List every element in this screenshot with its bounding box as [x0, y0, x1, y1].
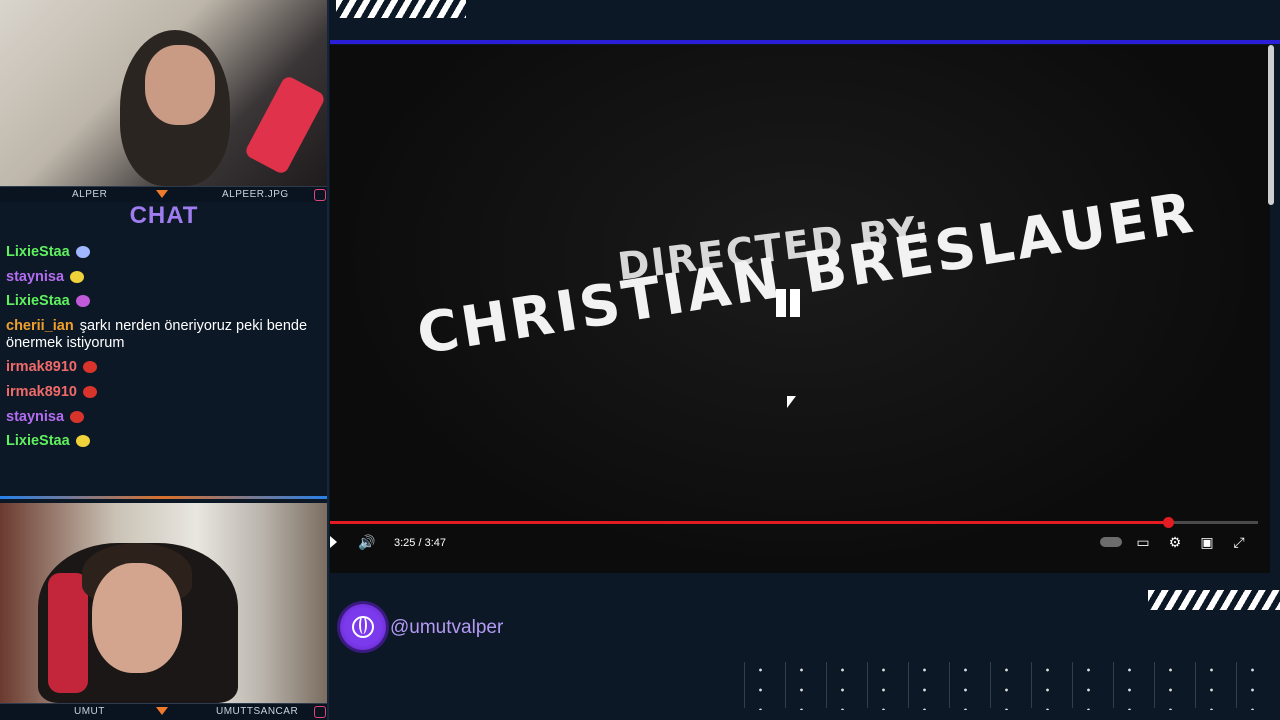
director-name: CHRISTIAN BRESLAUER: [412, 180, 1200, 368]
settings-icon[interactable]: ⚙: [1166, 534, 1184, 550]
streamer-face: [145, 45, 215, 125]
globe-icon: [352, 616, 374, 638]
time-display: 3:25 / 3:47: [394, 537, 446, 549]
play-icon[interactable]: [330, 536, 337, 548]
chat-message: irmak8910: [6, 359, 322, 376]
emote-icon: [70, 411, 85, 424]
chat-username[interactable]: LixieStaa: [6, 244, 70, 260]
stripes-decoration: [336, 0, 466, 18]
triangle-icon: [156, 707, 168, 715]
chat-username[interactable]: staynisa: [6, 409, 64, 425]
chat-username[interactable]: irmak8910: [6, 359, 77, 375]
chat-title: CHAT: [129, 202, 199, 229]
chat-username[interactable]: staynisa: [6, 269, 64, 285]
globe-badge: [340, 604, 386, 650]
emote-icon: [70, 271, 85, 284]
streamer-cam-bottom: [0, 503, 328, 703]
social-handle: @umutvalper: [390, 617, 504, 638]
video-frame: DIRECTED BY: CHRISTIAN BRESLAUER: [330, 45, 1270, 573]
progress-bar[interactable]: [330, 517, 1258, 528]
volume-icon[interactable]: 🔊: [358, 534, 375, 550]
streamer-handle-tag: ALPEER.JPG: [222, 189, 289, 200]
chat-message: LixieStaa: [6, 244, 322, 261]
divider-glow: [0, 496, 328, 499]
mouse-cursor-icon: [787, 396, 796, 408]
scrollbar[interactable]: [1268, 45, 1274, 205]
emote-icon: [75, 246, 90, 259]
streamer-name-bar-bottom: UMUT UMUTTSANCAR: [0, 703, 328, 720]
emote-icon: [75, 435, 90, 448]
chat-message: LixieStaa: [6, 433, 322, 450]
chat-message: staynisa: [6, 409, 322, 426]
streamer-name: UMUT: [74, 706, 105, 717]
streamer-cam-top: [0, 0, 328, 186]
streamer-handle-tag: UMUTTSANCAR: [216, 706, 299, 717]
video-player[interactable]: DIRECTED BY: CHRISTIAN BRESLAUER: [330, 45, 1270, 573]
streamer-name-bar-top: ALPER ALPEER.JPG: [0, 186, 328, 203]
streamer-name: ALPER: [72, 189, 108, 200]
fullscreen-icon[interactable]: ⤢: [1230, 534, 1248, 550]
chat-message: staynisa: [6, 269, 322, 286]
subtitles-icon[interactable]: ▭: [1134, 534, 1152, 550]
emote-icon: [82, 386, 97, 399]
column-divider: [327, 0, 329, 720]
chat-username[interactable]: cherii_ian: [6, 318, 74, 334]
chat-username[interactable]: irmak8910: [6, 384, 77, 400]
instagram-icon: [314, 189, 326, 201]
chat-username[interactable]: LixieStaa: [6, 293, 70, 309]
dot-grid-decoration: [740, 660, 1260, 710]
streamer-face: [92, 563, 182, 673]
emote-icon: [75, 295, 90, 308]
chat-username[interactable]: LixieStaa: [6, 433, 70, 449]
chair-accent: [48, 573, 88, 693]
progress-handle[interactable]: [1162, 517, 1174, 528]
microphone: [243, 74, 327, 176]
pause-icon[interactable]: [770, 285, 806, 321]
autoplay-toggle[interactable]: [1100, 537, 1122, 547]
chat-message: irmak8910: [6, 384, 322, 401]
chat-message: cherii_ian şarkı nerden öneriyoruz peki b…: [6, 318, 322, 352]
progress-fill: [330, 521, 1168, 524]
triangle-icon: [156, 190, 168, 198]
theater-icon[interactable]: ▣: [1198, 534, 1216, 550]
accent-line: [330, 40, 1280, 44]
chat-panel: CHAT LixieStaa staynisa LixieStaa cherii_ia…: [0, 202, 328, 498]
chat-message: LixieStaa: [6, 293, 322, 310]
emote-icon: [82, 361, 97, 374]
stripes-decoration: [1148, 590, 1280, 610]
instagram-icon: [314, 706, 326, 718]
